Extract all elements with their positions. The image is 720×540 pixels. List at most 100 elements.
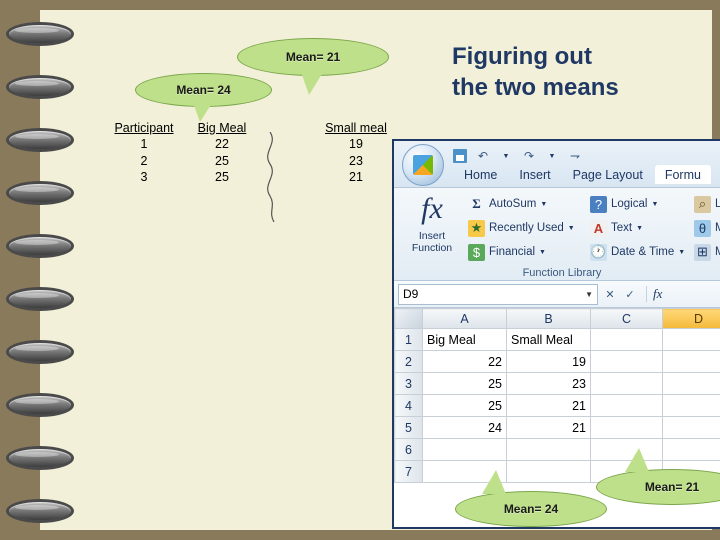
spreadsheet-grid[interactable]: A B C D 1 Big Meal Small Meal 2 22 19 3 … — [394, 308, 720, 483]
redo-icon[interactable]: ↷ — [519, 147, 539, 165]
column-header-a[interactable]: A — [422, 308, 507, 329]
tab-home[interactable]: Home — [454, 165, 507, 184]
quick-access-toolbar[interactable]: ↶ ▼ ↷ ▼ ⇁ — [450, 147, 585, 165]
undo-dropdown-icon[interactable]: ▼ — [496, 147, 516, 165]
date-time-button[interactable]: 🕐 Date & Time ▼ — [590, 240, 685, 264]
chevron-down-icon[interactable]: ▼ — [540, 201, 547, 208]
more-functions-icon: ⊞ — [694, 243, 711, 261]
ribbon-tabs[interactable]: Home Insert Page Layout Formu — [454, 165, 711, 184]
autosum-button[interactable]: Σ AutoSum ▼ — [468, 192, 575, 216]
cell-d3[interactable] — [662, 372, 720, 395]
cell-a2[interactable]: 22 — [422, 350, 507, 373]
header-participant: Participant — [114, 121, 174, 135]
column-header-d[interactable]: D — [662, 308, 720, 329]
customize-qat-icon[interactable]: ⇁ — [565, 147, 585, 165]
date-time-icon: 🕐 — [590, 243, 607, 261]
select-all-corner[interactable] — [394, 308, 423, 329]
cell-d6[interactable] — [662, 438, 720, 461]
row-header[interactable]: 3 — [394, 372, 423, 395]
cell-d1[interactable] — [662, 328, 720, 351]
cell-c5[interactable] — [590, 416, 663, 439]
row-header[interactable]: 1 — [394, 328, 423, 351]
chevron-down-icon[interactable]: ▼ — [651, 201, 658, 208]
cell-c2[interactable] — [590, 350, 663, 373]
grid-row: 2 22 19 — [394, 350, 720, 373]
row-header[interactable]: 5 — [394, 416, 423, 439]
column-header-c[interactable]: C — [590, 308, 663, 329]
accept-formula-icon[interactable]: ✓ — [622, 288, 638, 301]
cell-b1[interactable]: Small Meal — [506, 328, 591, 351]
cell-participant: 2 — [140, 153, 148, 168]
financial-button[interactable]: $ Financial ▼ — [468, 240, 575, 264]
cell-d5[interactable] — [662, 416, 720, 439]
more-functions-button[interactable]: ⊞ Mo — [694, 240, 720, 264]
callout-label: Mean= 21 — [644, 480, 700, 494]
spiral-ring — [6, 393, 74, 417]
name-box[interactable]: D9 ▼ — [398, 283, 598, 305]
grid-row: 1 Big Meal Small Meal — [394, 328, 720, 351]
cell-participant: 3 — [140, 170, 148, 184]
cell-c4[interactable] — [590, 394, 663, 417]
cell-d2[interactable] — [662, 350, 720, 373]
chevron-down-icon[interactable]: ▼ — [585, 290, 593, 299]
save-icon[interactable] — [450, 147, 470, 165]
callout-tail-icon — [625, 448, 649, 472]
insert-function-icon[interactable]: fx — [646, 286, 662, 302]
row-header[interactable]: 4 — [394, 394, 423, 417]
slide-canvas: Figuring out the two means Mean= 21 Mean… — [40, 10, 720, 530]
sigma-icon: Σ — [472, 196, 481, 211]
chevron-down-icon[interactable]: ▼ — [539, 249, 546, 256]
cell-b3[interactable]: 23 — [506, 372, 591, 395]
cell-a4[interactable]: 25 — [422, 394, 507, 417]
financial-icon: $ — [468, 243, 485, 261]
spiral-ring — [6, 181, 74, 205]
text-button[interactable]: A Text ▼ — [590, 216, 685, 240]
header-small-meal: Small meal — [325, 121, 387, 135]
ribbon-column-2: ? Logical ▼ A Text ▼ 🕐 Date & Time ▼ — [590, 192, 685, 264]
recently-used-button[interactable]: ★ Recently Used ▼ — [468, 216, 575, 240]
chevron-down-icon[interactable]: ▼ — [678, 249, 685, 256]
cancel-formula-icon[interactable]: ✕ — [602, 288, 618, 301]
cell-b6[interactable] — [506, 438, 591, 461]
cell-a3[interactable]: 25 — [422, 372, 507, 395]
column-header-b[interactable]: B — [506, 308, 591, 329]
undo-icon[interactable]: ↶ — [473, 147, 493, 165]
lookup-reference-button[interactable]: ⌕ Lo — [694, 192, 720, 216]
cell-c3[interactable] — [590, 372, 663, 395]
office-button-icon[interactable] — [402, 144, 444, 186]
chevron-down-icon[interactable]: ▼ — [636, 225, 643, 232]
row-header[interactable]: 7 — [394, 460, 423, 483]
math-trig-button[interactable]: θ Ma — [694, 216, 720, 240]
insert-function-label-2: Function — [411, 242, 453, 255]
cell-a1[interactable]: Big Meal — [422, 328, 507, 351]
lookup-label: Lo — [715, 198, 720, 210]
insert-function-button[interactable]: fx Insert Function — [404, 194, 460, 255]
cell-b2[interactable]: 19 — [506, 350, 591, 373]
cell-b4[interactable]: 21 — [506, 394, 591, 417]
tab-formulas[interactable]: Formu — [654, 165, 711, 184]
tab-insert[interactable]: Insert — [509, 165, 560, 184]
insert-function-label-1: Insert — [418, 230, 446, 242]
grid-row: 3 25 23 — [394, 372, 720, 395]
redo-dropdown-icon[interactable]: ▼ — [542, 147, 562, 165]
callout-label: Mean= 24 — [503, 502, 559, 516]
callout-tail-icon — [300, 69, 325, 95]
cell-c1[interactable] — [590, 328, 663, 351]
header-big-meal: Big Meal — [197, 121, 247, 135]
cell-a5[interactable]: 24 — [422, 416, 507, 439]
logical-button[interactable]: ? Logical ▼ — [590, 192, 685, 216]
callout-mean-21-top: Mean= 21 — [237, 38, 389, 95]
spiral-ring — [6, 75, 74, 99]
chevron-down-icon[interactable]: ▼ — [568, 225, 575, 232]
name-box-value: D9 — [403, 287, 419, 301]
row-header[interactable]: 6 — [394, 438, 423, 461]
cell-b7[interactable] — [506, 460, 591, 483]
title-line-1: Figuring out — [452, 43, 592, 70]
row-header[interactable]: 2 — [394, 350, 423, 373]
recently-used-icon: ★ — [468, 219, 485, 237]
cell-a6[interactable] — [422, 438, 507, 461]
tab-page-layout[interactable]: Page Layout — [563, 165, 653, 184]
cell-b5[interactable]: 21 — [506, 416, 591, 439]
cell-d4[interactable] — [662, 394, 720, 417]
grid-row: 4 25 21 — [394, 394, 720, 417]
